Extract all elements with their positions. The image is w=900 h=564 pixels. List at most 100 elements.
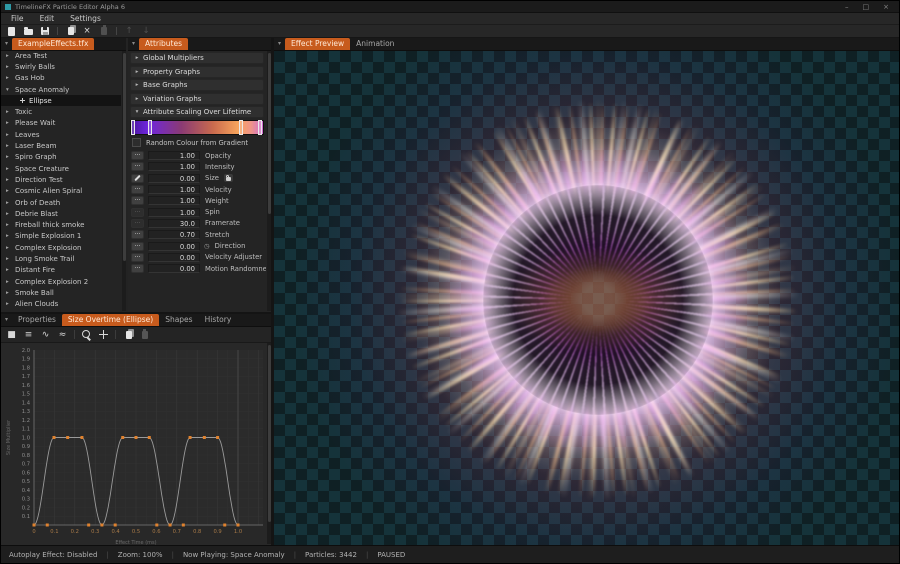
graph-edit-button[interactable]: …	[131, 208, 144, 217]
tree-arrow-icon[interactable]: ▸	[6, 154, 15, 160]
line-list-icon[interactable]: ≡	[23, 329, 34, 341]
panel-collapse-icon[interactable]: ▾	[128, 38, 139, 50]
effect-tree-item[interactable]: ▸ Complex Explosion 2	[1, 276, 121, 287]
graph-edit-button[interactable]: …	[131, 162, 144, 171]
effect-tree-item[interactable]: ▸ Cosmic Alien Spiral	[1, 186, 121, 197]
value-field[interactable]: 0.00	[148, 253, 200, 262]
gradient-handle[interactable]	[258, 120, 262, 135]
tree-arrow-icon[interactable]: ▸	[6, 222, 15, 228]
gradient-handle[interactable]	[239, 120, 243, 135]
effect-tree-item[interactable]: ▸ Swirly Balls	[1, 61, 121, 72]
library-tab[interactable]: ExampleEffects.tfx	[12, 38, 94, 50]
paste-icon[interactable]	[99, 26, 109, 36]
move-down-icon[interactable]: ↓	[141, 26, 151, 36]
attribute-section-header[interactable]: ▸ Variation Graphs	[130, 93, 264, 105]
save-icon[interactable]	[40, 26, 50, 36]
maximize-button[interactable]: □	[863, 2, 870, 12]
attribute-section-header[interactable]: ▸ Base Graphs	[130, 79, 264, 91]
panel-collapse-icon[interactable]: ▾	[1, 38, 12, 50]
effect-tree-item[interactable]: ▸ Leaves	[1, 129, 121, 140]
tree-arrow-icon[interactable]: ▸	[6, 120, 15, 126]
effect-tree-item[interactable]: Ellipse	[1, 95, 121, 106]
effect-tree-item[interactable]: ▸ Complex Explosion	[1, 242, 121, 253]
value-field[interactable]: 30.0	[148, 219, 200, 228]
effect-tree-item[interactable]: ▸ Gas Hob	[1, 73, 121, 84]
tree-arrow-icon[interactable]: ▸	[6, 166, 15, 172]
overlay-wave-icon[interactable]: ≈	[57, 329, 68, 341]
effect-tree-item[interactable]: ▸ Direction Test	[1, 174, 121, 185]
preview-tab[interactable]: Animation	[350, 38, 400, 50]
panel-collapse-icon[interactable]: ▾	[274, 38, 285, 50]
attribute-section-header[interactable]: ▸ Global Multipliers	[130, 52, 264, 64]
effect-tree-item[interactable]: ▸ Long Smoke Trail	[1, 253, 121, 264]
menu-item[interactable]: Edit	[32, 13, 63, 24]
graph-edit-button[interactable]: …	[131, 253, 144, 262]
tree-arrow-icon[interactable]: ▸	[6, 75, 15, 81]
colour-gradient-bar[interactable]	[130, 120, 264, 135]
tree-arrow-icon[interactable]: ▸	[6, 233, 15, 239]
value-field[interactable]: 1.00	[148, 162, 200, 171]
effect-tree-item[interactable]: ▸ Smoke Ball	[1, 287, 121, 298]
attribute-section-header[interactable]: ▸ Property Graphs	[130, 66, 264, 78]
menu-item[interactable]: File	[3, 13, 32, 24]
effect-tree-item[interactable]: ▸ Please Wait	[1, 118, 121, 129]
tree-arrow-icon[interactable]: ▸	[6, 64, 15, 70]
effect-tree-item[interactable]: ▸ Laser Beam	[1, 140, 121, 151]
move-up-icon[interactable]: ↑	[124, 26, 134, 36]
effect-tree-item[interactable]: ▸ Simple Explosion 1	[1, 231, 121, 242]
effect-tree-item[interactable]: ▸ Spiro Graph	[1, 152, 121, 163]
tree-arrow-icon[interactable]: ▸	[6, 53, 15, 59]
graph-tab[interactable]: Size Overtime (Ellipse)	[62, 314, 159, 326]
delete-icon[interactable]: ×	[82, 26, 92, 36]
tree-arrow-icon[interactable]: ▸	[6, 143, 15, 149]
tree-arrow-icon[interactable]: ▸	[6, 188, 15, 194]
graph-tab[interactable]: History	[199, 314, 238, 326]
graph-edit-button[interactable]: …	[131, 196, 144, 205]
graph-edit-button[interactable]: …	[131, 185, 144, 194]
graph-edit-button[interactable]	[131, 174, 144, 183]
graph-edit-button[interactable]: …	[131, 242, 144, 251]
effect-tree-item[interactable]: ▸ Orb of Death	[1, 197, 121, 208]
effect-tree-item[interactable]: ▸ Debrie Blast	[1, 208, 121, 219]
tree-arrow-icon[interactable]: ▸	[6, 132, 15, 138]
tree-arrow-icon[interactable]: ▸	[6, 279, 15, 285]
graph-tab[interactable]: Properties	[12, 314, 62, 326]
minimize-button[interactable]: –	[845, 2, 849, 12]
effect-tree-item[interactable]: ▸ Alien Clouds	[1, 299, 121, 310]
lock-icon[interactable]	[224, 174, 233, 182]
value-field[interactable]: 1.00	[148, 208, 200, 217]
menu-item[interactable]: Settings	[62, 13, 109, 24]
effect-tree-item[interactable]: ▸ Area Test	[1, 50, 121, 61]
value-field[interactable]: 0.70	[148, 230, 200, 239]
paste-graph-icon[interactable]	[139, 329, 150, 341]
value-field[interactable]: 0.00	[148, 174, 200, 183]
value-field[interactable]: 1.00	[148, 196, 200, 205]
graph-tab[interactable]: Shapes	[159, 314, 198, 326]
value-field[interactable]: 0.00	[148, 242, 200, 251]
tree-arrow-icon[interactable]: ▸	[6, 177, 15, 183]
attributes-tab[interactable]: Attributes	[139, 38, 188, 50]
graph-edit-button[interactable]: …	[131, 219, 144, 228]
gradient-handle[interactable]	[148, 120, 152, 135]
graph-scrollbar[interactable]	[267, 343, 271, 544]
attribute-section-header[interactable]: ▾ Attribute Scaling Over Lifetime	[130, 106, 264, 118]
effect-tree-item[interactable]: ▸ Distant Fire	[1, 265, 121, 276]
gradient-handle[interactable]	[131, 120, 135, 135]
tree-arrow-icon[interactable]: ▸	[6, 290, 15, 296]
close-button[interactable]: ×	[883, 2, 889, 12]
tree-arrow-icon[interactable]: ▸	[6, 245, 15, 251]
preview-viewport[interactable]	[274, 51, 899, 545]
effect-tree-item[interactable]: ▸ Space Creature	[1, 163, 121, 174]
copy-icon[interactable]	[65, 26, 75, 36]
tree-arrow-icon[interactable]: ▸	[6, 109, 15, 115]
value-field[interactable]: 0.00	[148, 264, 200, 273]
tree-arrow-icon[interactable]: ▸	[6, 211, 15, 217]
effect-tree-item[interactable]: ▾ Space Anomaly	[1, 84, 121, 95]
sine-wave-icon[interactable]: ∿	[40, 329, 51, 341]
tree-arrow-icon[interactable]: ▸	[6, 200, 15, 206]
copy-graph-icon[interactable]	[122, 329, 133, 341]
solid-square-icon[interactable]: ■	[6, 329, 17, 341]
tree-arrow-icon[interactable]: ▾	[6, 87, 15, 93]
value-field[interactable]: 1.00	[148, 151, 200, 160]
preview-tab[interactable]: Effect Preview	[285, 38, 350, 50]
